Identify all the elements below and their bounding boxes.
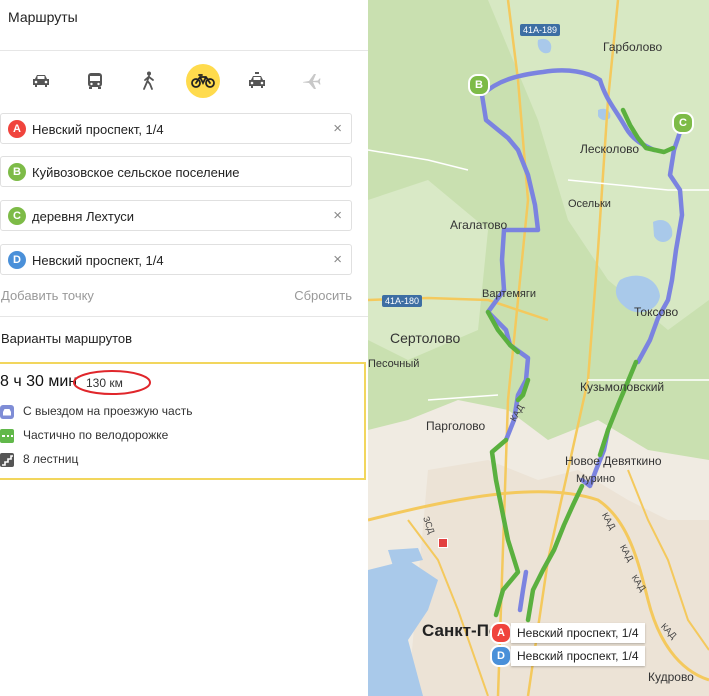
road-shield: 41А-189 — [520, 24, 561, 36]
mode-bus-button[interactable] — [78, 64, 112, 98]
place-label: Вартемяги — [482, 288, 537, 300]
route-option-card[interactable]: 8 ч 30 мин 130 км С выездом на проезжую … — [0, 362, 366, 480]
divider — [0, 50, 368, 51]
place-label: Парголово — [426, 419, 486, 433]
car-road-icon — [0, 405, 14, 419]
waypoint-b-field[interactable]: B Куйвозовское сельское поселение — [0, 156, 352, 187]
place-label: Кузьмоловский — [580, 380, 665, 394]
pin-d-label: Невский проспект, 1/4 — [511, 646, 645, 666]
place-label: Новое Девяткино — [565, 454, 662, 468]
mode-car-button[interactable] — [24, 64, 58, 98]
route-time: 8 ч 30 мин — [0, 373, 78, 390]
waypoint-b-text: Куйвозовское сельское поселение — [32, 165, 240, 180]
place-label: Сертолово — [390, 330, 461, 346]
reset-link[interactable]: Сбросить — [294, 288, 352, 303]
mode-bicycle-button[interactable] — [186, 64, 220, 98]
mode-airplane-button[interactable] — [294, 64, 328, 98]
route-feature-text: С выездом на проезжую часть — [23, 404, 193, 418]
transport-modes — [0, 64, 368, 98]
place-label: Песочный — [368, 358, 420, 370]
waypoint-c-field[interactable]: C деревня Лехтуси × — [0, 200, 352, 231]
waypoint-d-badge: D — [8, 251, 26, 269]
place-label: Гарболово — [603, 40, 663, 54]
mode-pedestrian-button[interactable] — [132, 64, 166, 98]
car-icon — [33, 75, 49, 87]
waypoint-a-text: Невский проспект, 1/4 — [32, 122, 164, 137]
waypoint-c-text: деревня Лехтуси — [32, 209, 135, 224]
route-feature-text: 8 лестниц — [23, 452, 79, 466]
clear-icon[interactable]: × — [333, 120, 342, 138]
bus-icon — [88, 73, 102, 89]
road-shield: 41А-180 — [382, 295, 423, 307]
add-point-link[interactable]: Добавить точку — [1, 288, 94, 303]
pin-c[interactable]: C — [672, 112, 694, 134]
stairs-icon — [0, 453, 14, 467]
place-label: Осельки — [568, 198, 611, 210]
pin-a[interactable]: A — [490, 622, 512, 644]
pedestrian-icon — [143, 71, 154, 90]
route-feature: Частично по велодорожке — [0, 428, 340, 444]
routes-panel: Маршруты A Невский проспект, 1/4 × B Куй… — [0, 0, 368, 696]
route-distance: 130 км — [86, 376, 123, 390]
pin-d[interactable]: D — [490, 645, 512, 667]
taxi-icon — [249, 72, 265, 88]
bike-lane-icon — [0, 429, 14, 443]
place-label: Агалатово — [450, 218, 508, 232]
waypoint-a-badge: A — [8, 120, 26, 138]
place-label: Лесколово — [580, 142, 640, 156]
clear-icon[interactable]: × — [333, 207, 342, 225]
waypoint-a-field[interactable]: A Невский проспект, 1/4 × — [0, 113, 352, 144]
waypoint-d-field[interactable]: D Невский проспект, 1/4 × — [0, 244, 352, 275]
bicycle-icon — [191, 74, 215, 88]
metro-icon — [438, 538, 448, 548]
map-base — [368, 0, 709, 696]
waypoint-d-text: Невский проспект, 1/4 — [32, 253, 164, 268]
place-label: Токсово — [634, 305, 679, 319]
airplane-icon — [303, 74, 321, 89]
pin-b[interactable]: B — [468, 74, 490, 96]
map-canvas[interactable]: 41А-189 41А-180 КАД КАД КАД КАД КАД ЗСД … — [368, 0, 709, 696]
waypoint-b-badge: B — [8, 163, 26, 181]
divider — [0, 316, 368, 317]
route-feature: 8 лестниц — [0, 452, 340, 468]
clear-icon[interactable]: × — [333, 251, 342, 269]
route-feature-text: Частично по велодорожке — [23, 428, 169, 442]
waypoint-c-badge: C — [8, 207, 26, 225]
route-feature: С выездом на проезжую часть — [0, 404, 340, 420]
place-label: Кудрово — [648, 670, 694, 684]
variants-title: Варианты маршрутов — [1, 331, 133, 346]
pin-a-label: Невский проспект, 1/4 — [511, 623, 645, 643]
panel-title: Маршруты — [8, 9, 78, 25]
mode-taxi-button[interactable] — [240, 64, 274, 98]
place-label: Мурино — [576, 473, 616, 485]
